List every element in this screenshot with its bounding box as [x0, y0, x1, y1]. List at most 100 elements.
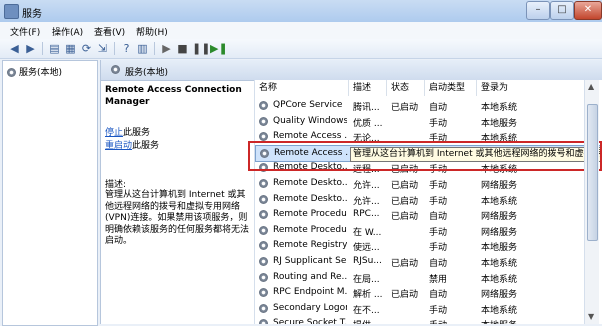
- table-row[interactable]: Quality Windows... 优质 ... 手动 本地服务: [255, 114, 602, 130]
- menu-bar: 文件(F) 操作(A) 查看(V) 帮助(H): [0, 22, 602, 40]
- back-arrow-icon[interactable]: ◀: [8, 42, 21, 55]
- stop-service-icon[interactable]: ■: [176, 42, 189, 55]
- gear-icon: [259, 257, 268, 266]
- services-app-icon: [4, 4, 19, 19]
- tree-item-services-local[interactable]: 服务(本地): [7, 65, 62, 78]
- gear-icon: [259, 179, 268, 188]
- properties-grid-icon[interactable]: ▦: [64, 42, 77, 55]
- service-name-cell: RPC Endpoint M...: [273, 287, 347, 298]
- table-row[interactable]: Secure Socket T... 提供... 手动本地服务: [255, 316, 602, 324]
- stop-service-link[interactable]: 停止: [105, 128, 123, 138]
- service-logon-cell: 本地服务: [481, 118, 518, 129]
- gear-icon: [259, 210, 268, 220]
- menu-file[interactable]: 文件(F): [10, 25, 40, 38]
- services-list: 名称 描述 状态 启动类型 登录为 QPCore Service 腾讯... 已启动…: [254, 80, 602, 324]
- export-list-icon[interactable]: ⇲: [96, 42, 109, 55]
- service-startup-cell: 自动: [429, 212, 448, 223]
- scroll-up-arrow-icon[interactable]: ▲: [588, 82, 594, 91]
- table-row[interactable]: Secondary Logon 在不... 手动 本地系统: [255, 301, 602, 317]
- table-row[interactable]: Routing and Re... 在局... 禁用 本地系统: [255, 270, 602, 286]
- table-row[interactable]: RPC Endpoint M... 解析 ... 已启动 自动 网络服务: [255, 285, 602, 301]
- service-status-cell: 已启动: [391, 259, 419, 269]
- stop-service-link-line: 停止此服务: [105, 125, 150, 138]
- column-header-name[interactable]: 名称: [255, 80, 349, 96]
- gear-icon: [259, 225, 268, 235]
- service-status-cell: 已启动: [391, 181, 419, 191]
- service-name-cell: Routing and Re...: [273, 271, 347, 282]
- service-name-cell: Remote Registry: [273, 240, 347, 251]
- service-name-cell: Remote Deskto...: [273, 178, 347, 188]
- refresh-icon[interactable]: ⟳: [80, 42, 93, 55]
- service-status-cell: 已启动: [391, 290, 419, 301]
- service-startup-cell: 手动: [429, 305, 448, 316]
- console-tree-icon[interactable]: ▤: [48, 42, 61, 55]
- service-startup-cell: 禁用: [429, 274, 448, 285]
- stop-service-suffix: 此服务: [123, 128, 151, 138]
- service-description-cell: RJSu...: [353, 256, 382, 266]
- service-description-cell: 允许...: [353, 196, 380, 207]
- scrollbar-thumb[interactable]: [587, 104, 598, 241]
- window-title: 服务: [22, 9, 42, 20]
- vertical-scrollbar[interactable]: ▲ ▼: [584, 80, 599, 324]
- pane-header: 服务(本地): [101, 60, 602, 81]
- menu-help[interactable]: 帮助(H): [136, 25, 168, 38]
- service-logon-cell: 本地系统: [481, 305, 518, 316]
- table-row[interactable]: Remote Deskto... 允许... 已启动 手动 本地系统: [255, 192, 602, 208]
- service-status-cell: 已启动: [391, 196, 419, 207]
- column-header-status[interactable]: 状态: [387, 80, 425, 96]
- toolbar-separator: [154, 42, 155, 55]
- pause-service-icon[interactable]: ❚❚: [192, 42, 210, 55]
- service-logon-cell: 本地系统: [481, 274, 518, 285]
- description-text: 管理从这台计算机到 Internet 或其他远程网络的拨号和虚拟专用网络(VPN…: [105, 190, 250, 246]
- service-startup-cell: 手动: [429, 196, 448, 207]
- forward-arrow-icon[interactable]: ▶: [24, 42, 37, 55]
- service-logon-cell: 本地系统: [481, 103, 518, 113]
- service-logon-cell: 本地系统: [481, 259, 518, 269]
- close-button[interactable]: ✕: [574, 1, 602, 20]
- service-description-cell: 腾讯...: [353, 103, 380, 113]
- toolbar-separator: [114, 42, 115, 55]
- service-startup-cell: 自动: [429, 259, 448, 269]
- start-service-icon[interactable]: ▶: [160, 42, 173, 55]
- help-icon[interactable]: ?: [120, 42, 133, 55]
- maximize-button[interactable]: □: [550, 1, 574, 20]
- table-row[interactable]: Remote Procedu... RPC... 已启动自动 网络服务: [255, 207, 602, 223]
- service-status-cell: 已启动: [391, 212, 419, 223]
- table-row[interactable]: RJ Supplicant Se... RJSu... 已启动 自动 本地系统: [255, 254, 602, 270]
- service-startup-cell: 手动: [429, 227, 448, 238]
- menu-view[interactable]: 查看(V): [94, 25, 125, 38]
- restart-service-icon[interactable]: ▶❚: [210, 42, 228, 55]
- service-name-cell: Remote Access ...: [273, 131, 347, 142]
- gear-icon: [7, 68, 16, 77]
- service-name-cell: Remote Procedu...: [273, 224, 347, 235]
- gear-icon: [259, 116, 268, 126]
- restart-service-link-line: 重启动此服务: [105, 138, 159, 151]
- minimize-button[interactable]: –: [526, 1, 550, 20]
- scroll-down-arrow-icon[interactable]: ▼: [588, 312, 594, 321]
- highlight-box: [248, 141, 602, 171]
- service-description-cell: 允许...: [353, 181, 380, 191]
- service-name-cell: Secondary Logon: [273, 302, 347, 313]
- service-startup-cell: 手动: [429, 181, 448, 191]
- gear-icon: [259, 272, 268, 282]
- table-row[interactable]: QPCore Service 腾讯... 已启动 自动 本地系统: [255, 98, 602, 114]
- table-row[interactable]: Remote Registry 使远... 手动 本地服务: [255, 238, 602, 254]
- service-logon-cell: 本地系统: [481, 196, 518, 207]
- gear-icon: [259, 101, 268, 110]
- restart-service-link[interactable]: 重启动: [105, 141, 132, 151]
- service-startup-cell: 手动: [429, 318, 479, 324]
- services-pane: 服务(本地) Remote Access Connection Manager …: [100, 60, 602, 324]
- pane-header-label: 服务(本地): [125, 68, 169, 78]
- table-row[interactable]: Remote Procedu... 在 W... 手动 网络服务: [255, 223, 602, 239]
- view-icon[interactable]: ▥: [136, 42, 149, 55]
- column-header-description[interactable]: 描述: [349, 80, 387, 96]
- menu-action[interactable]: 操作(A): [52, 25, 83, 38]
- column-header-startup-type[interactable]: 启动类型: [425, 80, 477, 96]
- service-description-cell: 使远...: [353, 243, 380, 254]
- service-status-cell: 已启动: [391, 103, 419, 113]
- gear-icon: [259, 194, 268, 204]
- restart-service-suffix: 此服务: [132, 141, 160, 151]
- service-logon-cell: 网络服务: [481, 212, 518, 223]
- service-startup-cell: 手动: [429, 243, 448, 254]
- table-row[interactable]: Remote Deskto... 允许... 已启动 手动 网络服务: [255, 176, 602, 192]
